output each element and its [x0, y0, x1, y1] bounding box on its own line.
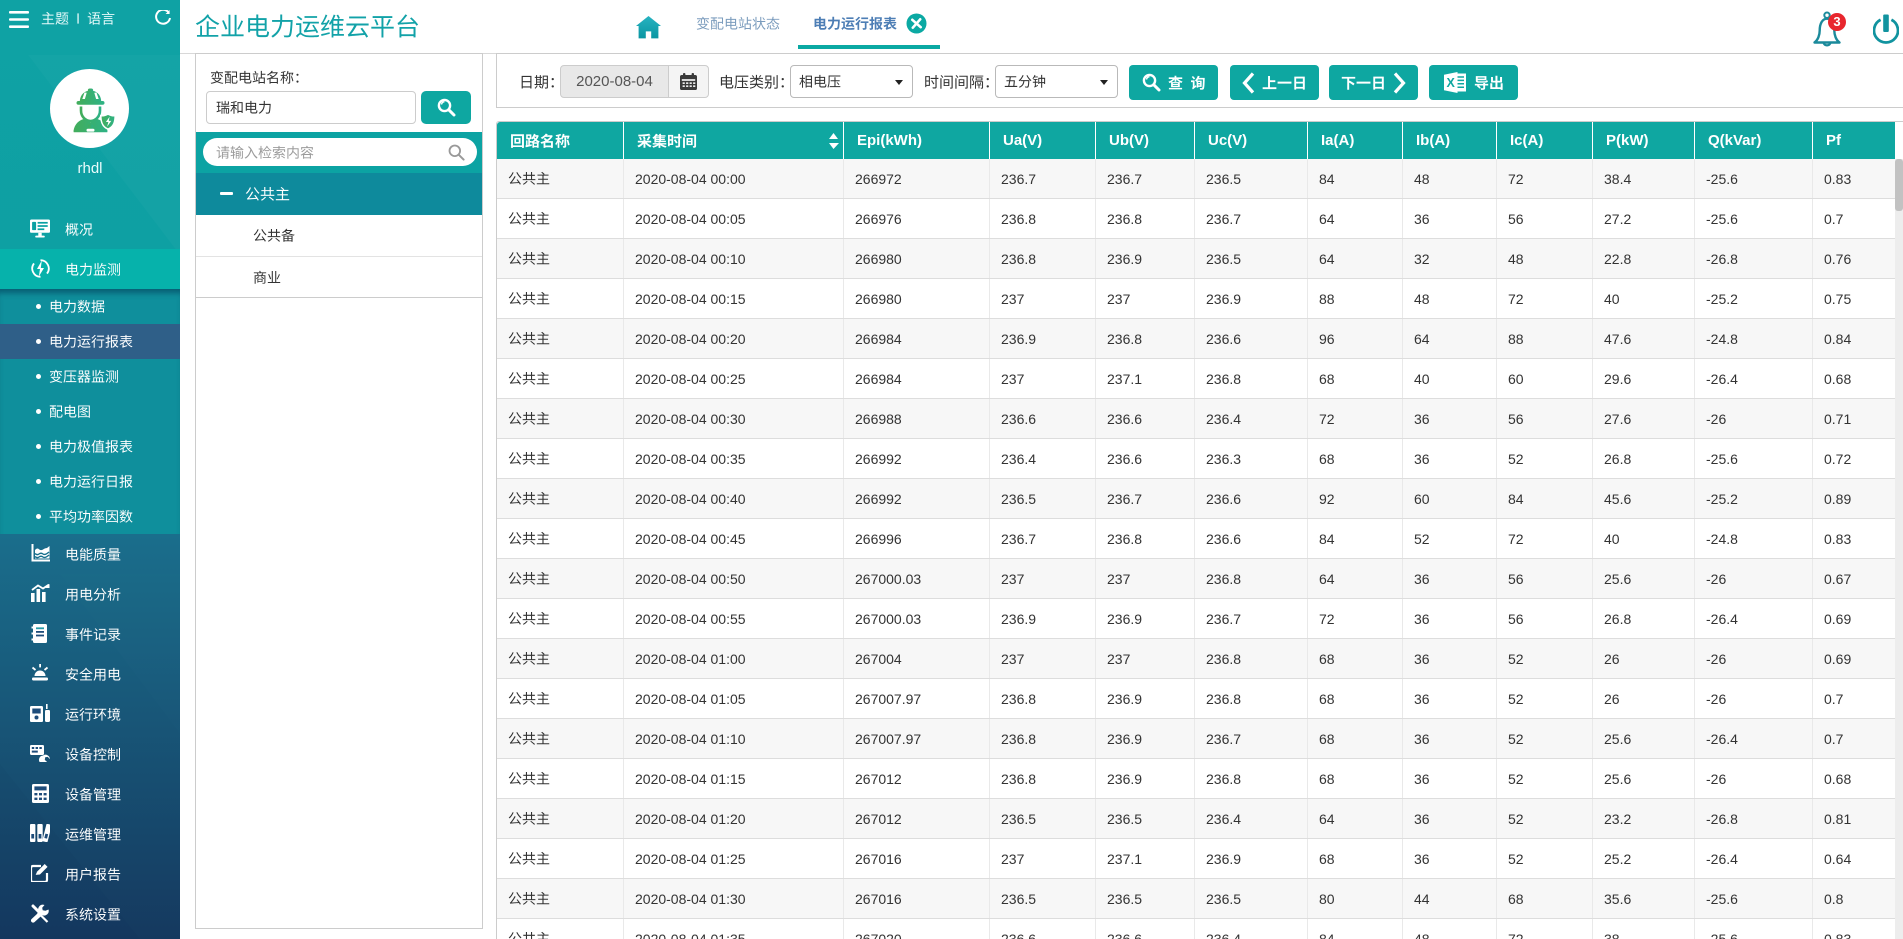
svg-text:X: X [1446, 76, 1455, 90]
